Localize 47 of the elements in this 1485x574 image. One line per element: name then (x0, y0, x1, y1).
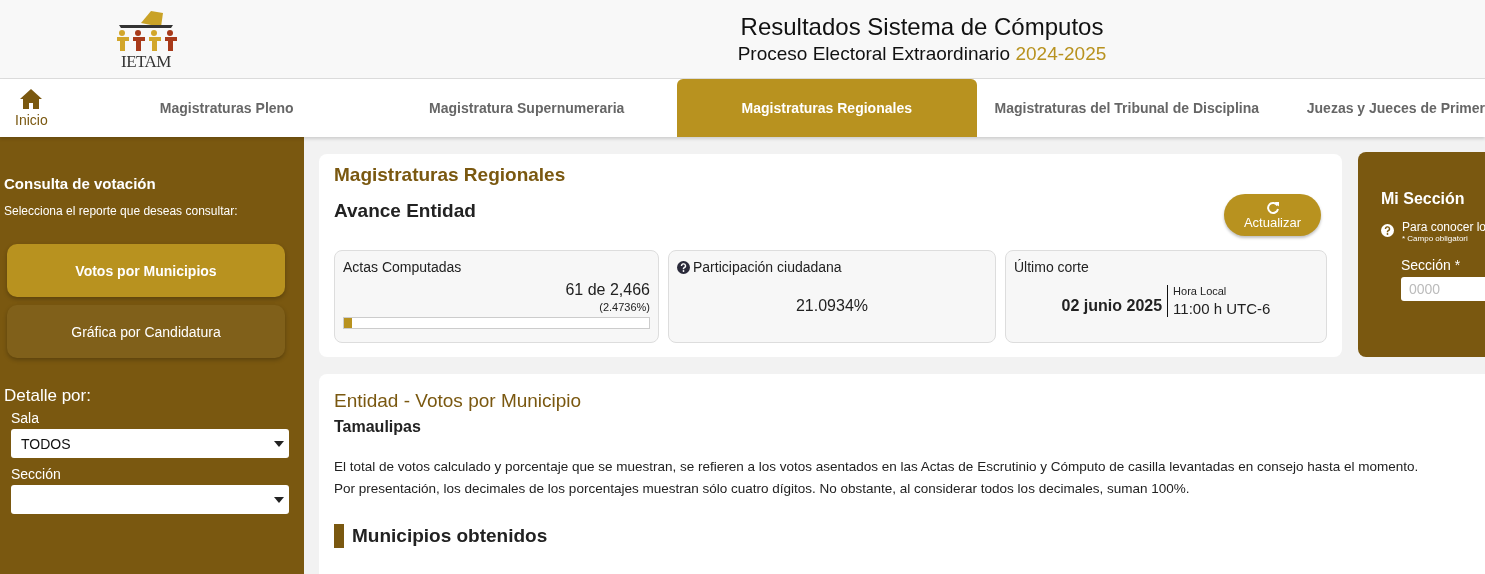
section-title: Entidad - Votos por Municipio (334, 390, 583, 412)
cutoff-date: 02 junio 2025 (1061, 296, 1163, 315)
stat-label: Participación ciudadana (693, 259, 842, 275)
help-icon (677, 260, 690, 274)
panel-title: Mi Sección (1381, 190, 1466, 208)
nav-tab[interactable]: Magistraturas Pleno (76, 79, 377, 137)
home-icon (19, 88, 44, 110)
stat-value: 21.0934% (794, 297, 870, 315)
stat-label: Actas Computadas (343, 259, 463, 275)
sidebar-title: Consulta de votación (4, 175, 157, 192)
section-title: Magistraturas Regionales (334, 164, 566, 186)
nav-tab[interactable]: Magistratura Supernumeraria (376, 79, 677, 137)
caret-icon (274, 440, 284, 447)
report-button[interactable]: Votos por Municipios (7, 244, 285, 297)
help-icon (1381, 224, 1394, 237)
section-subtitle: Avance Entidad (334, 200, 477, 222)
logo-text: IETAM (121, 52, 171, 70)
note-text: Por presentación, los decimales de los porcentajes muestran sólo cuatro dígitos. No obstante, al considerar todos los decimales, suman 100%. (334, 480, 1191, 498)
panel-text: Para conocer lo (1402, 220, 1485, 234)
stat-value: 61 de 2,466 (564, 281, 650, 299)
select-field[interactable]: TODOS (11, 429, 289, 458)
detail-title: Detalle por: (4, 386, 92, 406)
time-label: Hora Local (1173, 285, 1228, 297)
stat-label: Último corte (1014, 259, 1090, 275)
page-title: Resultados Sistema de Cómputos (739, 13, 1105, 41)
select-field[interactable] (11, 485, 289, 514)
required-note: * Campo obligatori (1402, 234, 1469, 243)
refresh-button[interactable]: Actualizar (1224, 194, 1321, 236)
entity-name: Tamaulipas (334, 418, 422, 436)
page-subtitle: Proceso Electoral Extraordinario 2024-2025 (736, 43, 1108, 65)
note-text: El total de votos calculado y porcentaje que se muestran, se refieren a los votos asentados en las Actas de Escrutinio y Cómputo de casilla levantadas en consejo hasta el momento. (334, 458, 1420, 476)
filter-label: Sección (11, 466, 62, 482)
cutoff-time: 11:00 h UTC-6 (1173, 300, 1271, 317)
section-input[interactable]: 0000 (1401, 277, 1485, 301)
municipalities-heading: Municipios obtenidos (352, 525, 548, 547)
refresh-icon (1265, 200, 1280, 215)
nav-tab[interactable]: Juezas y Jueces de Primer (1276, 79, 1485, 137)
home-link[interactable]: Inicio (0, 79, 63, 137)
sidebar-hint: Selecciona el reporte que deseas consultar: (4, 204, 239, 218)
heading-bar (334, 524, 344, 548)
nav-tab[interactable]: Magistraturas Regionales (676, 79, 977, 137)
field-label: Sección * (1401, 257, 1462, 273)
stat-percent: (2.4736%) (598, 301, 650, 313)
caret-icon (274, 496, 284, 503)
nav-tab[interactable]: Magistraturas del Tribunal de Disciplina (976, 79, 1277, 137)
report-button[interactable]: Gráfica por Candidatura (7, 305, 285, 358)
filter-label: Sala (11, 410, 41, 426)
